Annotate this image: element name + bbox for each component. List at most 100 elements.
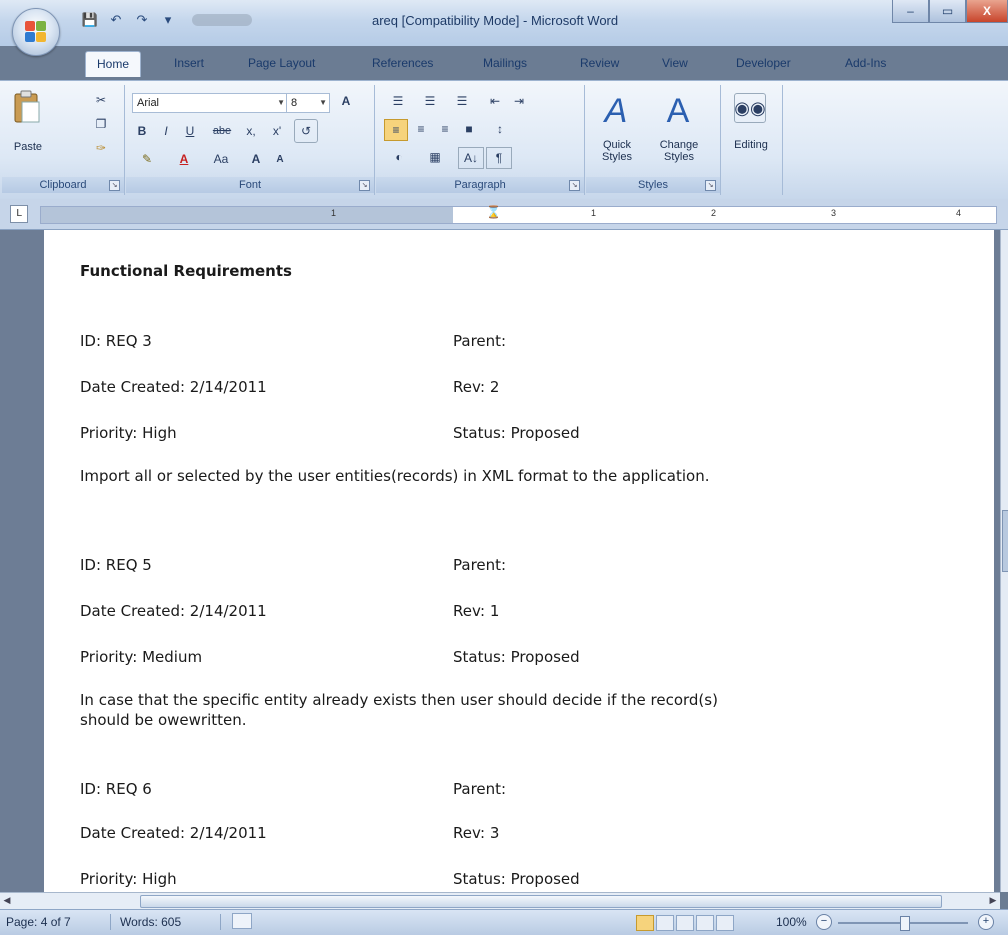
highlight-icon[interactable]: ✎ [132,149,162,169]
close-button[interactable]: X [966,0,1008,23]
align-left-icon[interactable]: ≡ [384,119,408,141]
cut-icon[interactable]: ✂ [92,91,110,109]
tab-mailings[interactable]: Mailings [483,56,527,70]
align-center-icon[interactable]: ≡ [410,119,432,139]
document-page[interactable]: Functional Requirements ID: REQ 3 Parent… [44,230,994,892]
tab-review[interactable]: Review [580,56,619,70]
justify-icon[interactable]: ■ [458,119,480,139]
scroll-left-icon[interactable]: ◀ [0,893,14,909]
draft-view-icon[interactable] [716,915,734,931]
tab-references[interactable]: References [372,56,433,70]
editing-group: ◉◉ Editing [722,85,783,195]
grow-font-label: A [341,94,351,108]
tab-developer[interactable]: Developer [736,56,791,70]
underline-button[interactable]: U [180,121,200,141]
req-rev: Rev: 3 [453,824,500,842]
styles-launcher-icon[interactable]: ↘ [705,180,716,191]
italic-button[interactable]: I [156,121,176,141]
change-styles-icon[interactable]: A [658,91,698,131]
horizontal-scroll-thumb[interactable] [140,895,942,908]
align-right-icon[interactable]: ≡ [434,119,456,139]
multilevel-list-icon[interactable]: ☰ [448,91,476,111]
format-painter-icon[interactable]: ✑ [92,139,110,157]
paragraph-group-label: Paragraph [376,177,584,193]
line-spacing-icon[interactable]: ↕ [486,119,514,139]
horizontal-ruler[interactable]: 1 1 2 3 4 ⌛ [40,205,997,225]
numbering-icon[interactable]: ☰ [416,91,444,111]
quick-styles-icon[interactable]: A [596,91,636,131]
vertical-scroll-thumb[interactable] [1002,510,1008,572]
tab-view[interactable]: View [662,56,688,70]
copy-icon[interactable]: ❐ [92,115,110,133]
editing-button[interactable]: Editing [724,139,778,151]
page-count[interactable]: Page: 4 of 7 [6,915,71,929]
paste-button[interactable]: Paste [8,141,48,153]
shading-icon[interactable]: ◐ [384,147,414,167]
tab-insert[interactable]: Insert [174,56,204,70]
grow-font-icon[interactable]: A [336,91,356,111]
section-heading: Functional Requirements [80,262,292,280]
subscript-button[interactable]: x, [240,121,262,141]
tab-add-ins[interactable]: Add-Ins [845,56,886,70]
full-screen-reading-view-icon[interactable] [656,915,674,931]
zoom-level[interactable]: 100% [776,915,807,929]
req-parent: Parent: [453,780,507,798]
undo-icon[interactable]: ↶ [106,10,126,30]
minimize-button[interactable]: – [892,0,929,23]
customize-qat-icon[interactable]: ▾ [158,10,178,30]
outline-view-icon[interactable] [696,915,714,931]
font-size-combo[interactable]: 8 ▼ [286,93,330,113]
font-name-combo[interactable]: Arial ▼ [132,93,288,113]
vertical-scrollbar[interactable] [1000,230,1008,892]
req-description: Import all or selected by the user entit… [80,467,710,485]
increase-indent-icon[interactable]: ⇥ [508,91,530,111]
font-name-value: Arial [137,97,160,109]
superscript-button[interactable]: x' [266,121,288,141]
req-priority: Priority: High [80,870,177,888]
binoculars-icon[interactable]: ◉◉ [734,93,766,123]
title-bar: 💾 ↶ ↷ ▾ areq [Compatibility Mode] - Micr… [0,0,1008,46]
req-priority: Priority: Medium [80,648,203,666]
zoom-in-button[interactable]: + [978,914,994,930]
paste-icon[interactable] [10,89,44,125]
tab-page-layout[interactable]: Page Layout [248,56,315,70]
scroll-right-icon[interactable]: ▶ [986,893,1000,909]
font-color-icon[interactable]: A [172,149,196,169]
indent-marker-icon[interactable]: ⌛ [486,205,501,225]
font-launcher-icon[interactable]: ↘ [359,180,370,191]
tab-selector-icon[interactable]: L [10,205,28,223]
proofing-icon[interactable] [232,913,252,929]
req-id: ID: REQ 3 [80,332,152,350]
print-layout-view-icon[interactable] [636,915,654,931]
change-styles-button[interactable]: Change Styles [650,139,708,163]
strikethrough-button[interactable]: abe [208,121,236,141]
horizontal-scrollbar[interactable]: ◀ ▶ [0,892,1000,909]
zoom-slider-thumb[interactable] [900,916,910,931]
clear-formatting-icon[interactable]: ↺ [294,119,318,143]
status-divider [110,914,111,930]
bold-button[interactable]: B [132,121,152,141]
office-button[interactable] [12,8,60,56]
maximize-button[interactable]: ▭ [929,0,966,23]
sort-button[interactable]: A↓ [458,147,484,169]
paragraph-launcher-icon[interactable]: ↘ [569,180,580,191]
borders-icon[interactable]: ▦ [420,147,450,167]
word-count[interactable]: Words: 605 [120,915,181,929]
shrink-font-button[interactable]: A [270,149,290,169]
redo-icon[interactable]: ↷ [132,10,152,30]
save-icon[interactable]: 💾 [80,10,100,30]
bullets-icon[interactable]: ☰ [384,91,412,111]
show-hide-button[interactable]: ¶ [486,147,512,169]
window-controls: – ▭ X [892,0,1008,23]
grow-font-button[interactable]: A [246,149,266,169]
tab-home[interactable]: Home [85,51,142,77]
decrease-indent-icon[interactable]: ⇤ [484,91,506,111]
change-case-button[interactable]: Aa [206,149,236,169]
quick-styles-button[interactable]: Quick Styles [588,139,646,163]
req-date: Date Created: 2/14/2011 [80,602,267,620]
font-group: Arial ▼ 8 ▼ A B I U abe x, x' ↺ ✎ A Aa A… [126,85,375,195]
clipboard-launcher-icon[interactable]: ↘ [109,180,120,191]
web-layout-view-icon[interactable] [676,915,694,931]
zoom-out-button[interactable]: − [816,914,832,930]
quick-access-toolbar: 💾 ↶ ↷ ▾ [80,10,252,30]
